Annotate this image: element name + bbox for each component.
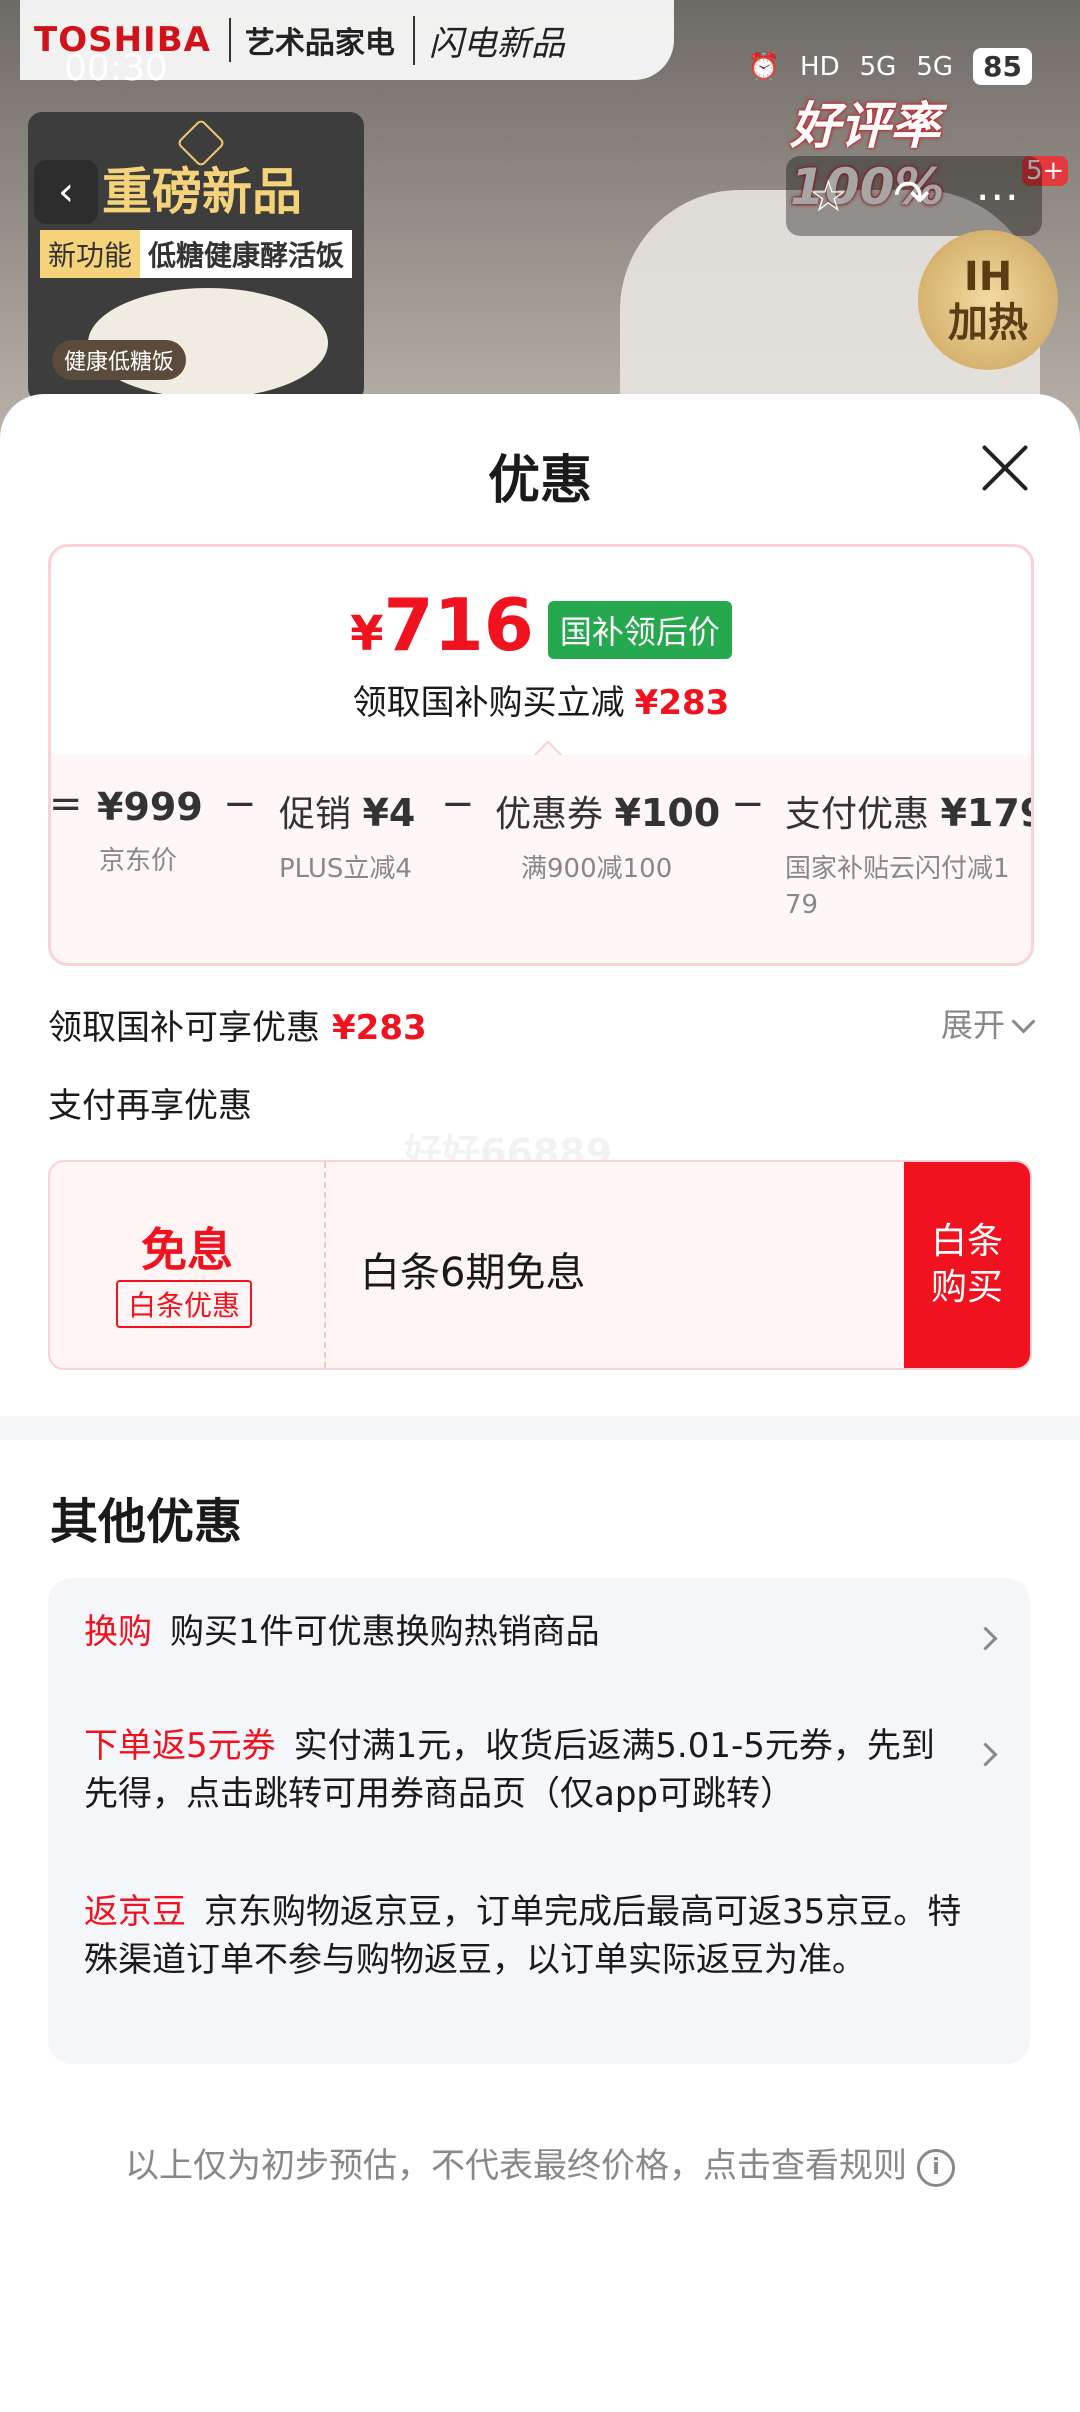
- price-breakdown: = ¥999 京东价 − 促销 ¥4 PLUS立减4 − 优惠券 ¥100 满9…: [51, 781, 1031, 955]
- section-divider: [0, 1416, 1080, 1440]
- baitiao-badge-area: 免息 白条优惠: [50, 1162, 326, 1368]
- other-offers-title: 其他优惠: [50, 1494, 243, 1550]
- subsidy-price-tag: 国补领后价: [547, 600, 732, 659]
- card-tag-feature: 低糖健康酵活饭: [140, 230, 353, 278]
- breakdown-amount: 优惠券 ¥100: [495, 785, 720, 837]
- hd-indicator: HD: [800, 51, 840, 82]
- jd-price-amount: ¥999: [97, 785, 203, 829]
- other-offers-list: 换购 购买1件可优惠换购热销商品 下单返5元券 实付满1元，收货后返满5.01-5元…: [48, 1578, 1030, 2064]
- ih-heating-badge: IH 加热: [918, 230, 1058, 370]
- offer-text: 购买1件可优惠换购热销商品: [170, 1612, 600, 1652]
- product-image-header: TOSHIBA 艺术品家电 闪电新品 00:30 ⏰ HD 5G 5G 85 好…: [0, 0, 1080, 440]
- chevron-down-icon: [1011, 1009, 1036, 1034]
- baitiao-offer-card[interactable]: 免息 白条优惠 白条6期免息 白条购买: [48, 1160, 1032, 1370]
- coupon-label: 优惠券: [495, 794, 604, 835]
- brand-slogan: 闪电新品: [412, 15, 565, 65]
- alarm-icon: ⏰: [747, 51, 781, 82]
- new-product-card: 重磅新品 新功能 低糖健康酵活饭 健康低糖饭: [28, 112, 364, 402]
- subsidy-saving-line: 领取国补购买立减 ¥283: [51, 675, 1031, 724]
- offer-label: 换购: [84, 1612, 152, 1652]
- buy-button-line1: 白条: [930, 1221, 1003, 1262]
- payment-label: 支付优惠: [785, 794, 930, 835]
- favorite-star-icon[interactable]: ☆: [809, 171, 848, 222]
- baitiao-main-label: 免息: [141, 1223, 233, 1277]
- offer-label: 下单返5元券: [84, 1726, 276, 1766]
- payment-amount: ¥179: [940, 791, 1031, 835]
- coupon-amount: ¥100: [614, 791, 721, 835]
- status-time: 00:30: [64, 48, 168, 89]
- minus-sign: −: [441, 781, 475, 827]
- breakdown-amount: 支付优惠 ¥179: [785, 785, 1031, 837]
- buy-button-line2: 购买: [930, 1267, 1003, 1308]
- final-price-line: ¥716 国补领后价: [51, 585, 1031, 674]
- baitiao-buy-button[interactable]: 白条 购买: [904, 1162, 1030, 1368]
- promotion-amount: ¥4: [362, 791, 416, 835]
- card-tags: 新功能 低糖健康酵活饭: [40, 230, 353, 278]
- status-icons: ⏰ HD 5G 5G 85: [748, 48, 1032, 85]
- sheet-title: 优惠: [487, 451, 592, 511]
- expand-button[interactable]: 展开: [940, 1000, 1036, 1046]
- other-offer-item[interactable]: 换购 购买1件可优惠换购热销商品: [84, 1608, 964, 1656]
- rules-note-text: 以上仅为初步预估，不代表最终价格，点击查看规则: [125, 2146, 907, 2186]
- offer-text: 京东购物返京豆，订单完成后最高可返35京豆。特殊渠道订单不参与购物返豆，以订单实…: [84, 1892, 962, 1980]
- final-price: ¥716: [350, 585, 534, 674]
- chevron-left-icon: ‹: [58, 169, 74, 215]
- signal-5g-icon: 5G: [859, 51, 897, 82]
- expand-label: 展开: [940, 1006, 1005, 1044]
- breakdown-desc: PLUS立减4: [279, 854, 412, 884]
- info-icon[interactable]: i: [917, 2148, 955, 2187]
- price-breakdown-area: = ¥999 京东价 − 促销 ¥4 PLUS立减4 − 优惠券 ¥100 满9…: [51, 755, 1031, 963]
- more-icon[interactable]: ⋯: [975, 171, 1019, 222]
- baitiao-offer-text: 白条6期免息: [360, 1250, 586, 1296]
- breakdown-payment: 支付优惠 ¥179 国家补贴云闪付减179: [785, 785, 1031, 923]
- promotion-label: 促销: [279, 794, 352, 835]
- other-offer-item[interactable]: 下单返5元券 实付满1元，收货后返满5.01-5元券，先到先得，点击跳转可用券商品…: [84, 1722, 964, 1818]
- card-tag-new: 新功能: [40, 230, 141, 278]
- brand-line: 艺术品家电: [228, 18, 395, 62]
- breakdown-desc: 满900减100: [521, 854, 673, 884]
- card-title: 重磅新品: [102, 163, 302, 221]
- breakdown-coupon: 优惠券 ¥100 满900减100: [495, 785, 720, 887]
- payment-offers-heading: 支付再享优惠: [48, 1086, 252, 1126]
- ih-badge-line1: IH: [963, 254, 1013, 300]
- signal-5g-icon-2: 5G: [916, 51, 954, 82]
- battery-indicator: 85: [973, 48, 1032, 85]
- share-icon[interactable]: ↷: [893, 171, 930, 222]
- close-icon[interactable]: [978, 442, 1030, 494]
- ih-badge-line2: 加热: [948, 300, 1028, 346]
- offer-label: 返京豆: [84, 1892, 186, 1932]
- discount-sheet: 优惠 ¥716 国补领后价 领取国补购买立减 ¥283 = ¥999 京东价 − …: [0, 394, 1080, 2412]
- currency-symbol: ¥: [350, 606, 384, 662]
- price-summary: ¥716 国补领后价 领取国补购买立减 ¥283: [51, 547, 1031, 755]
- equals-sign: =: [49, 781, 83, 827]
- breakdown-promotion: 促销 ¥4 PLUS立减4: [279, 785, 429, 887]
- breakdown-desc: 京东价: [99, 846, 178, 876]
- price-card: ¥716 国补领后价 领取国补购买立减 ¥283 = ¥999 京东价 − 促销 …: [48, 544, 1034, 966]
- subsidy-saving-amount: ¥283: [634, 683, 730, 723]
- gov-subsidy-amount: ¥283: [332, 1008, 427, 1048]
- card-mini-tag: 健康低糖饭: [52, 340, 187, 380]
- breakdown-amount: 促销 ¥4: [279, 785, 429, 837]
- subsidy-saving-text: 领取国补购买立减: [352, 683, 625, 723]
- breakdown-desc: 国家补贴云闪付减179: [785, 854, 1010, 920]
- minus-sign: −: [731, 781, 765, 827]
- back-button[interactable]: ‹: [34, 160, 98, 224]
- header-actions: ☆ ↷ ⋯: [786, 156, 1042, 236]
- gov-subsidy-line: 领取国补可享优惠 ¥283: [48, 1000, 427, 1049]
- gov-subsidy-text: 领取国补可享优惠: [48, 1008, 320, 1048]
- minus-sign: −: [223, 781, 257, 827]
- chevron-right-icon[interactable]: [973, 1742, 998, 1767]
- other-offer-item: 返京豆 京东购物返京豆，订单完成后最高可返35京豆。特殊渠道订单不参与购物返豆，以…: [84, 1888, 964, 1984]
- final-price-amount: 716: [383, 583, 534, 667]
- chevron-right-icon[interactable]: [973, 1626, 998, 1651]
- baitiao-tag: 白条优惠: [116, 1280, 253, 1328]
- rules-note[interactable]: 以上仅为初步预估，不代表最终价格，点击查看规则 i: [0, 2138, 1080, 2187]
